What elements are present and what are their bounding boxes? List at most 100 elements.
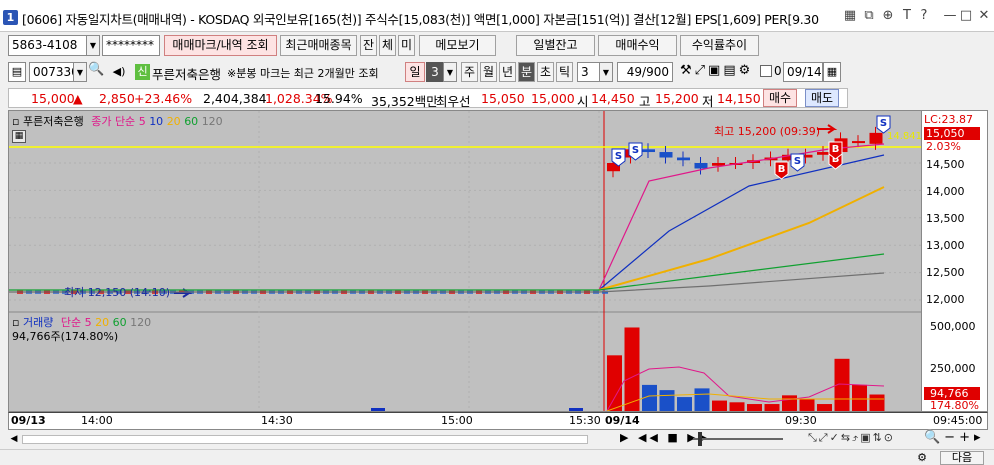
window-title: [0606] 자동일지차트(매매내역) - KOSDAQ 외국인보유[165(천… [22, 12, 819, 27]
checkbox[interactable] [760, 65, 772, 77]
table-icon[interactable]: ▦ [12, 130, 26, 143]
slider-handle[interactable] [698, 432, 702, 446]
tab-week[interactable]: 주 [461, 62, 478, 82]
volume-bar [677, 397, 692, 411]
tab-year[interactable]: 년 [499, 62, 516, 82]
gear-icon[interactable]: ⚙ [912, 451, 932, 465]
title-bar: 1 [0606] 자동일지차트(매매내역) - KOSDAQ 외국인보유[165… [0, 0, 994, 32]
volume-bar [764, 404, 780, 411]
volume-bar [624, 327, 640, 411]
tool-icons[interactable]: ⚒⤢▣▤⚙ [680, 63, 753, 78]
zoom-icons[interactable]: 🔍−+▸ [924, 430, 985, 445]
font-icon[interactable]: T [899, 8, 915, 24]
grid-icon[interactable]: ▦ [842, 8, 858, 24]
vol-current-pct: 174.80% [930, 399, 979, 412]
volume-bar [371, 408, 385, 411]
current-pct: 2.03% [926, 140, 961, 153]
filled-button[interactable]: 체 [379, 35, 396, 56]
help-icon[interactable]: ? [916, 8, 932, 24]
open-label: 시 [577, 94, 589, 109]
period-value[interactable]: 3 [426, 62, 444, 82]
trade-profit-button[interactable]: 매매수익 [598, 35, 677, 56]
sell-mark-label: S [880, 118, 887, 129]
change-percent: +23.46% [134, 91, 193, 106]
restore-icon[interactable]: ⧉ [861, 8, 877, 24]
unit-input[interactable]: 3 [577, 62, 601, 82]
tab-second[interactable]: 초 [537, 62, 554, 82]
volume-bar [852, 384, 867, 411]
new-listing-badge: 신 [135, 64, 150, 80]
maximize-icon[interactable]: □ [958, 8, 974, 24]
search-icon[interactable]: 🔍 [88, 62, 104, 82]
close-icon[interactable]: ✕ [976, 8, 992, 24]
minute-mark-notice: ※분봉 마크는 최근 2개월만 조회 [227, 67, 379, 80]
chart-svg[interactable]: SSBSBBS [9, 111, 922, 412]
draw-tool-icons[interactable]: ⤡⤢✓⇆⤴▣⇅⊙ [808, 431, 895, 445]
volume: 2,404,384 [203, 91, 267, 106]
chart-settings-icon[interactable]: ▤ [8, 62, 26, 82]
open-price: 14,450 [591, 91, 635, 106]
lc-value: LC:23.87 [924, 113, 974, 126]
chevron-down-icon[interactable]: ▼ [86, 35, 100, 56]
balance-button[interactable]: 잔 [360, 35, 377, 56]
volume-bar [799, 398, 815, 411]
chevron-down-icon[interactable]: ▼ [443, 62, 457, 82]
unfilled-button[interactable]: 미 [398, 35, 415, 56]
tab-month[interactable]: 월 [480, 62, 497, 82]
up-arrow-icon: ▲ [73, 91, 83, 106]
sell-button[interactable]: 매도 [805, 89, 839, 107]
high-note: 최고 15,200 (09:39) [714, 125, 821, 138]
date-input[interactable]: 09/14 [783, 62, 823, 82]
stock-code-input[interactable]: 007330 [29, 62, 75, 82]
candle-body [642, 149, 655, 153]
zoom-slider[interactable] [693, 438, 783, 440]
ma-5: 5 [138, 115, 146, 128]
buy-button[interactable]: 매수 [763, 89, 797, 107]
time-axis: 09/13 14:00 14:30 15:00 15:30 09/14 09:3… [8, 412, 988, 430]
horizontal-scrollbar[interactable] [22, 435, 588, 444]
calendar-icon[interactable]: ▦ [823, 62, 841, 82]
trade-mark-button[interactable]: 매매마크/내역 조회 [164, 35, 277, 56]
daily-balance-button[interactable]: 일별잔고 [516, 35, 595, 56]
count-input[interactable]: 49/900 [617, 62, 673, 82]
ma5-line [598, 143, 885, 291]
candle-body [869, 132, 883, 144]
tab-tick[interactable]: 틱 [556, 62, 573, 82]
next-button[interactable]: 다음 [940, 451, 984, 465]
password-field[interactable]: ******** [102, 35, 160, 56]
chart-area[interactable]: SSBSBBS ▫ 푸른저축은행 종가 단순 5 10 20 60 120 ▦ … [8, 110, 922, 412]
turnover: 15.94% [315, 91, 363, 106]
panel-marker-icon: ▫ [12, 115, 20, 128]
current-price: 15,000 [31, 91, 75, 106]
best-bid: 15,050 [481, 91, 525, 106]
volume-bar [694, 388, 710, 411]
return-trend-button[interactable]: 수익률추이 [680, 35, 759, 56]
trade-amount: 35,352백만 [371, 94, 438, 109]
lock-icon[interactable]: ⊕ [880, 8, 896, 24]
current-price-tag: 15,050 [924, 127, 980, 140]
ma-20: 20 [166, 115, 181, 128]
chevron-down-icon[interactable]: ▼ [73, 62, 87, 82]
ma-label: 종가 단순 [91, 115, 136, 128]
tab-minute[interactable]: 분 [518, 62, 535, 82]
ytick: 14,000 [926, 185, 965, 198]
price-panel-name: 푸른저축은행 [22, 115, 84, 128]
window-number: 1 [3, 10, 18, 25]
minimize-icon[interactable]: — [942, 8, 958, 24]
high-price: 15,200 [655, 91, 699, 106]
ma-60: 60 [184, 115, 199, 128]
chevron-down-icon[interactable]: ▼ [599, 62, 613, 82]
xtick: 15:00 [441, 414, 473, 427]
scroll-left-icon[interactable]: ◀ [8, 432, 20, 446]
memo-button[interactable]: 메모보기 [419, 35, 496, 56]
recent-trades-button[interactable]: 최근매매종목 [280, 35, 357, 56]
period-day-button[interactable]: 일 [405, 62, 425, 82]
speaker-icon[interactable]: ◀) [106, 62, 132, 82]
high-label: 고 [639, 94, 651, 109]
ma-120: 120 [201, 115, 223, 128]
volume-bar [817, 404, 832, 411]
xtick: 14:00 [81, 414, 113, 427]
ytick: 14,500 [926, 158, 965, 171]
price-axis: LC:23.87 15,050 2.03% 14,500 14,000 13,5… [922, 110, 988, 412]
account-input[interactable]: 5863-4108 [8, 35, 92, 56]
